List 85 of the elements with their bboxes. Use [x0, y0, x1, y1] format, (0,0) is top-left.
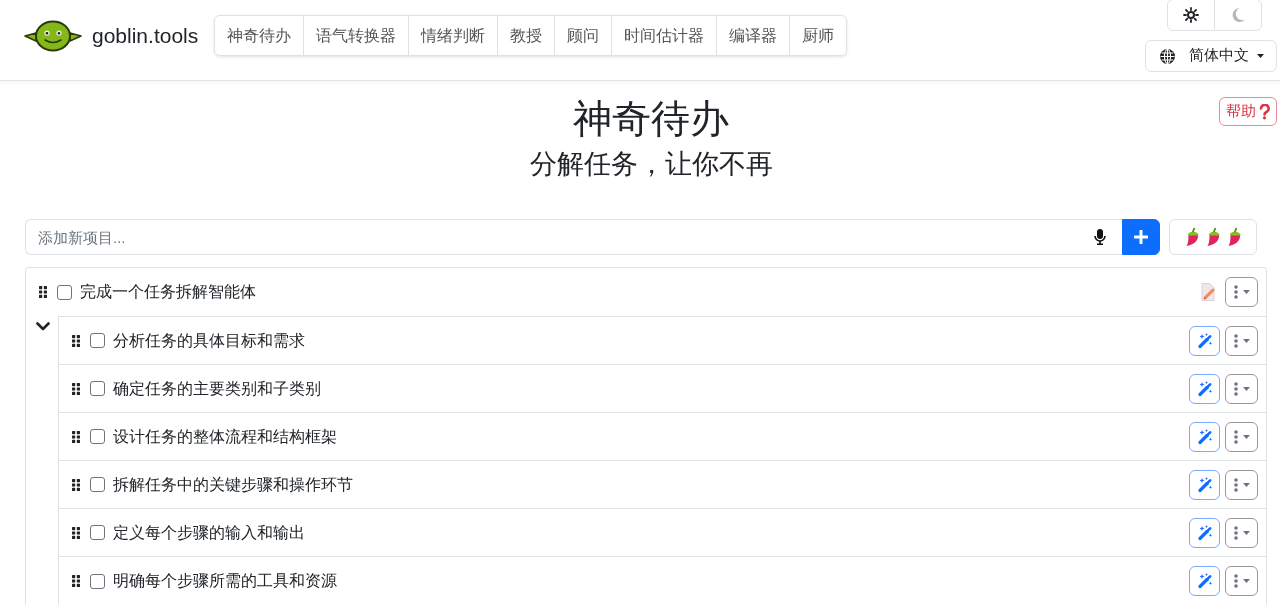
- more-options-button[interactable]: [1225, 469, 1258, 500]
- caret-icon: [1242, 530, 1250, 535]
- globe-icon: [1160, 48, 1175, 64]
- chili-pepper-icon: [1185, 228, 1199, 246]
- caret-icon: [1242, 338, 1250, 343]
- task-text: 明确每个步骤所需的工具和资源: [113, 571, 337, 592]
- magic-wand-icon: [1196, 573, 1213, 589]
- task-text: 定义每个步骤的输入和输出: [113, 522, 305, 543]
- magic-wand-button[interactable]: [1189, 566, 1220, 596]
- magic-wand-button[interactable]: [1189, 325, 1220, 356]
- moon-icon: [1230, 7, 1246, 23]
- nav-link[interactable]: 编译器: [716, 15, 791, 56]
- drag-handle-icon[interactable]: [72, 575, 80, 587]
- magic-wand-icon: [1196, 380, 1213, 397]
- task-checkbox[interactable]: [90, 525, 105, 540]
- nav-link[interactable]: 情绪判断: [408, 15, 499, 56]
- vertical-ellipsis-icon: [1233, 285, 1238, 299]
- question-mark-icon: [1259, 103, 1270, 120]
- task-checkbox[interactable]: [90, 429, 105, 444]
- task-checkbox[interactable]: [90, 381, 105, 396]
- task-text: 拆解任务中的关键步骤和操作环节: [113, 474, 353, 495]
- chili-pepper-icon: [1227, 228, 1241, 246]
- more-options-button[interactable]: [1225, 277, 1258, 307]
- nav-link[interactable]: 时间估计器: [611, 15, 718, 56]
- nav-link[interactable]: 教授: [497, 15, 556, 56]
- nav-link[interactable]: 顾问: [554, 15, 613, 56]
- caret-icon: [1242, 482, 1250, 487]
- task-checkbox[interactable]: [57, 284, 72, 300]
- drag-handle-icon[interactable]: [72, 334, 80, 347]
- task-text: 设计任务的整体流程和结构框架: [113, 426, 337, 447]
- nav-link[interactable]: 厨师: [789, 15, 848, 56]
- task-text: 确定任务的主要类别和子类别: [113, 378, 321, 399]
- caret-icon: [1257, 54, 1264, 58]
- drag-handle-icon[interactable]: [72, 478, 80, 491]
- vertical-ellipsis-icon: [1233, 381, 1238, 396]
- caret-icon: [1242, 434, 1250, 439]
- magic-wand-icon: [1196, 332, 1213, 349]
- more-options-button[interactable]: [1225, 517, 1258, 548]
- vertical-ellipsis-icon: [1233, 477, 1238, 492]
- drag-handle-icon[interactable]: [39, 286, 47, 298]
- more-options-button[interactable]: [1225, 566, 1258, 596]
- magic-wand-button[interactable]: [1189, 469, 1220, 500]
- magic-wand-icon: [1196, 524, 1213, 541]
- nav-link[interactable]: 神奇待办: [214, 15, 305, 56]
- task-text: 分析任务的具体目标和需求: [113, 330, 305, 351]
- theme-toggle-button[interactable]: [1214, 0, 1262, 31]
- more-options-button[interactable]: [1225, 373, 1258, 404]
- magic-wand-button[interactable]: [1189, 421, 1220, 452]
- vertical-ellipsis-icon: [1233, 525, 1238, 540]
- task-checkbox[interactable]: [90, 333, 105, 348]
- brand-link[interactable]: goblin.tools: [24, 15, 199, 56]
- caret-icon: [1242, 386, 1250, 391]
- drag-handle-icon[interactable]: [72, 430, 80, 443]
- note-pencil-icon: [1201, 283, 1215, 301]
- nav-link[interactable]: 语气转换器: [303, 15, 410, 56]
- drag-handle-icon[interactable]: [72, 382, 80, 395]
- magic-wand-icon: [1196, 428, 1213, 445]
- vertical-ellipsis-icon: [1233, 429, 1238, 444]
- more-options-button[interactable]: [1225, 421, 1258, 452]
- sun-icon: [1183, 7, 1199, 23]
- more-options-button[interactable]: [1225, 325, 1258, 356]
- page-subtitle: 分解任务，让你不再: [529, 148, 773, 181]
- chevron-down-icon[interactable]: [36, 322, 50, 331]
- caret-icon: [1242, 579, 1250, 583]
- goblin-head-icon: [24, 19, 82, 52]
- theme-toggle-button[interactable]: [1167, 0, 1215, 31]
- magic-wand-button[interactable]: [1189, 517, 1220, 548]
- caret-icon: [1242, 290, 1250, 294]
- microphone-icon[interactable]: [1094, 229, 1106, 245]
- task-checkbox[interactable]: [90, 477, 105, 492]
- page-title: 神奇待办: [572, 96, 730, 142]
- help-button[interactable]: 帮助: [1219, 97, 1277, 126]
- new-item-field[interactable]: 添加新项目...: [25, 219, 1122, 255]
- task-checkbox[interactable]: [90, 573, 105, 589]
- drag-handle-icon[interactable]: [72, 526, 80, 539]
- vertical-ellipsis-icon: [1233, 574, 1238, 588]
- spiciness-button[interactable]: [1169, 219, 1257, 255]
- language-dropdown[interactable]: 简体中文: [1145, 40, 1277, 72]
- magic-wand-button[interactable]: [1189, 373, 1220, 404]
- vertical-ellipsis-icon: [1233, 333, 1238, 348]
- magic-wand-icon: [1196, 476, 1213, 493]
- chili-pepper-icon: [1206, 228, 1220, 246]
- add-button[interactable]: [1122, 219, 1160, 255]
- plus-icon: [1134, 230, 1148, 244]
- task-text: 完成一个任务拆解智能体: [80, 282, 256, 303]
